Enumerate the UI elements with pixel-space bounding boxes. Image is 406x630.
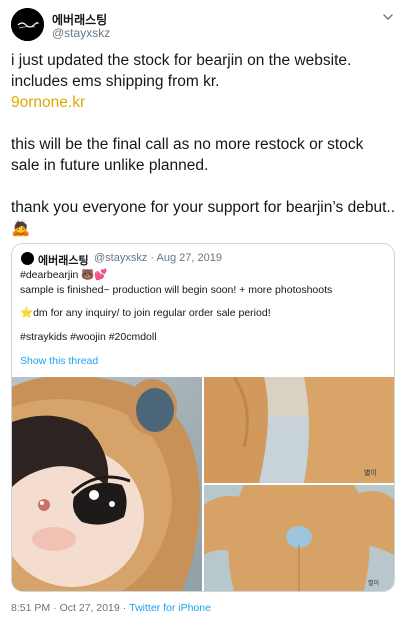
- doll-tail-photo[interactable]: 별이: [204, 485, 394, 591]
- tweet-meta: 8:51 PM · Oct 27, 2019 · Twitter for iPhone: [11, 602, 211, 614]
- tweet-paragraph-1: i just updated the stock for bearjin on …: [11, 52, 352, 90]
- tweet-header: 에버래스팅 @stayxskz: [11, 8, 395, 44]
- quoted-line-1: #dearbearjin 🐻💕: [20, 269, 108, 281]
- quoted-line-3: ⭐dm for any inquiry/ to join regular ord…: [20, 307, 271, 319]
- quoted-text: #dearbearjin 🐻💕 sample is finished~ prod…: [20, 268, 388, 344]
- quoted-media-grid: 별이 별이: [12, 377, 394, 591]
- show-thread-link[interactable]: Show this thread: [20, 355, 98, 367]
- quoted-tweet[interactable]: 에버래스팅 @stayxskz · Aug 27, 2019 #dearbear…: [11, 243, 395, 592]
- author-handle[interactable]: @stayxskz: [52, 26, 110, 40]
- quoted-avatar: [21, 252, 34, 265]
- tweet-date[interactable]: Oct 27, 2019: [60, 602, 120, 614]
- author-avatar[interactable]: [11, 8, 44, 41]
- chevron-down-icon[interactable]: [381, 10, 395, 24]
- quoted-handle: @stayxskz: [94, 252, 148, 264]
- tweet-paragraph-2: this will be the final call as no more r…: [11, 136, 364, 174]
- tweet-card: 에버래스팅 @stayxskz i just updated the stock…: [0, 0, 406, 630]
- svg-text:별이: 별이: [364, 468, 377, 477]
- tweet-source[interactable]: Twitter for iPhone: [129, 602, 211, 614]
- tweet-paragraph-3: thank you everyone for your support for …: [11, 199, 395, 237]
- tweet-time[interactable]: 8:51 PM: [11, 602, 50, 614]
- quoted-date: Aug 27, 2019: [156, 252, 222, 264]
- quoted-line-2: sample is finished~ production will begi…: [20, 283, 333, 296]
- quoted-display-name: 에버래스팅: [38, 255, 89, 267]
- quoted-handle-date: @stayxskz · Aug 27, 2019: [94, 252, 222, 264]
- quoted-line-4: #straykids #woojin #20cmdoll: [20, 330, 157, 343]
- doll-back-photo[interactable]: 별이: [204, 377, 394, 483]
- tweet-text: i just updated the stock for bearjin on …: [11, 50, 395, 239]
- website-link[interactable]: 9ornone.kr: [11, 94, 85, 111]
- doll-face-photo[interactable]: [12, 377, 202, 591]
- svg-text:별이: 별이: [368, 579, 379, 587]
